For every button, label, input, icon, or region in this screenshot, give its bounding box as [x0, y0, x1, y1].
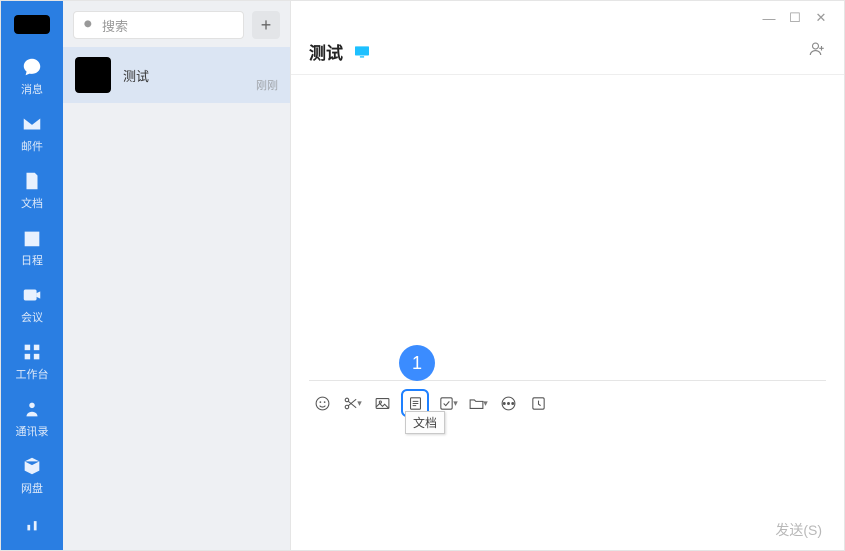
- search-input[interactable]: 搜索: [73, 11, 244, 39]
- conversation-time: 刚刚: [256, 77, 278, 93]
- conversation-avatar: [75, 57, 111, 93]
- nav-workbench[interactable]: 工作台: [16, 341, 49, 382]
- nav-label: 会议: [21, 309, 43, 325]
- search-icon: [82, 18, 96, 32]
- conversation-list-pane: 搜索 + 测试 刚刚: [63, 1, 291, 550]
- nav-label: 文档: [21, 195, 43, 211]
- nav-label: 网盘: [21, 480, 43, 496]
- send-row: 发送(S): [309, 514, 826, 550]
- message-area: [291, 74, 844, 380]
- nav-docs[interactable]: 文档: [21, 170, 43, 211]
- window-close[interactable]: ✕: [808, 10, 834, 26]
- docs-icon: [21, 170, 43, 192]
- conversation-item[interactable]: 测试 刚刚: [63, 47, 290, 103]
- contacts-icon: [21, 398, 43, 420]
- image-button[interactable]: [371, 392, 393, 414]
- nav-drive[interactable]: 网盘: [21, 455, 43, 496]
- window-minimize[interactable]: —: [756, 11, 782, 26]
- window-maximize[interactable]: ☐: [782, 10, 808, 26]
- document-icon: [407, 395, 424, 412]
- conversation-info: 测试: [123, 66, 256, 85]
- input-area: 1 ▾ ▾ ▾ 文档 发送(S): [309, 380, 826, 550]
- new-chat-button[interactable]: +: [252, 11, 280, 39]
- chevron-down-icon: ▾: [453, 398, 458, 409]
- nav-meeting[interactable]: 会议: [21, 284, 43, 325]
- nav-more[interactable]: [21, 512, 43, 534]
- chat-header: 测试: [291, 35, 844, 74]
- nav-label: 工作台: [16, 366, 49, 382]
- image-icon: [374, 395, 391, 412]
- nav-messages[interactable]: 消息: [21, 56, 43, 97]
- app-window: 消息 邮件 文档 日程 会议 工作台 通讯录 网盘: [0, 0, 845, 551]
- more-button[interactable]: [497, 392, 519, 414]
- nav-calendar[interactable]: 日程: [21, 227, 43, 268]
- clock-icon: [530, 395, 547, 412]
- conversation-title: 测试: [123, 66, 256, 85]
- more-icon: [21, 512, 43, 534]
- monitor-icon[interactable]: [353, 45, 371, 59]
- chat-pane: — ☐ ✕ 测试 1 ▾ ▾ ▾ 文档: [291, 1, 844, 550]
- tooltip: 文档: [405, 411, 445, 434]
- editor-toolbar: 1 ▾ ▾ ▾ 文档: [309, 381, 826, 425]
- history-button[interactable]: [527, 392, 549, 414]
- chevron-down-icon: ▾: [483, 398, 488, 409]
- chat-bubble-icon: [21, 56, 43, 78]
- mail-icon: [21, 113, 43, 135]
- nav-contacts[interactable]: 通讯录: [16, 398, 49, 439]
- screenshot-button[interactable]: ▾: [341, 392, 363, 414]
- dots-icon: [500, 395, 517, 412]
- nav-mail[interactable]: 邮件: [21, 113, 43, 154]
- add-member-button[interactable]: [808, 40, 826, 63]
- folder-button[interactable]: ▾: [467, 392, 489, 414]
- chevron-down-icon: ▾: [357, 398, 362, 409]
- nav-label: 邮件: [21, 138, 43, 154]
- smile-icon: [314, 395, 331, 412]
- sidebar-nav: 消息 邮件 文档 日程 会议 工作台 通讯录 网盘: [1, 1, 63, 550]
- window-titlebar: — ☐ ✕: [291, 1, 844, 35]
- nav-label: 日程: [21, 252, 43, 268]
- search-row: 搜索 +: [63, 1, 290, 47]
- calendar-icon: [21, 227, 43, 249]
- add-user-icon: [808, 40, 826, 58]
- message-input[interactable]: [309, 425, 826, 514]
- step-callout: 1: [399, 345, 435, 381]
- user-avatar[interactable]: [14, 15, 50, 34]
- cube-icon: [21, 455, 43, 477]
- nav-label: 消息: [21, 81, 43, 97]
- send-button[interactable]: 发送(S): [775, 520, 822, 540]
- chat-title: 测试: [309, 39, 343, 64]
- nav-label: 通讯录: [16, 423, 49, 439]
- meeting-icon: [21, 284, 43, 306]
- grid-icon: [21, 341, 43, 363]
- emoji-button[interactable]: [311, 392, 333, 414]
- search-placeholder: 搜索: [102, 16, 128, 35]
